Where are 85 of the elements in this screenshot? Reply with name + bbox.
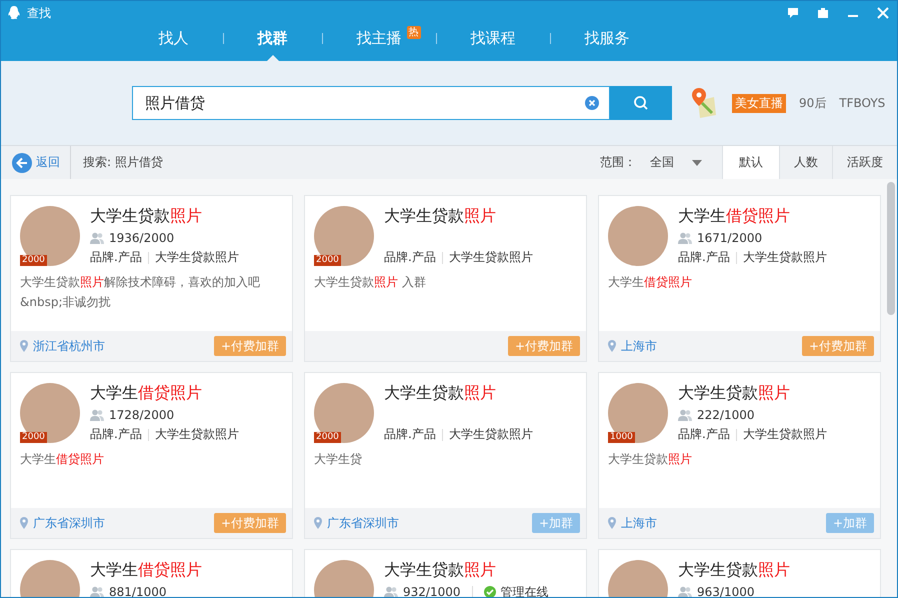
group-tag: 大学生贷款照片 [448, 426, 533, 443]
group-card[interactable]: 大学生借贷照片 1671/2000 品牌.产品 大学生贷款照片 大学生借贷照片 上海市 +付费加群 [598, 195, 881, 362]
group-tag: 大学生贷款照片 [742, 426, 827, 443]
sort-tab[interactable]: 默认 [722, 146, 779, 179]
group-card[interactable]: 大学生贷款照片 932/1000 管理在线 [304, 549, 587, 597]
admin-online-status: 管理在线 [500, 584, 548, 597]
location-pin-icon [608, 340, 616, 352]
group-tag: 大学生贷款照片 [448, 249, 533, 266]
group-card[interactable]: 1000 大学生贷款照片 222/1000 品牌.产品 大学生贷款照片 大学生贷款照片 上海市 +加群 [598, 372, 881, 539]
group-card[interactable]: 2000 大学生借贷照片 1728/2000 品牌.产品 大学生贷款照片 大学生借贷照片 广东省深圳市 +付费加群 [10, 372, 293, 539]
people-icon [384, 586, 398, 597]
member-count: 222/1000 [697, 408, 754, 422]
group-tag: 大学生贷款照片 [154, 426, 239, 443]
group-card[interactable]: 大学生贷款照片 963/1000 [598, 549, 881, 597]
group-description: 大学生贷款照片解除技术障碍，喜欢的加入吧&nbsp;非诚勿扰 [20, 274, 261, 311]
clear-icon[interactable] [585, 96, 599, 110]
group-name[interactable]: 大学生贷款照片 [384, 206, 533, 226]
close-icon[interactable] [877, 7, 889, 19]
group-description: 大学生贷 [314, 451, 363, 468]
location-link[interactable]: 广东省深圳市 [33, 514, 105, 532]
group-card[interactable]: 2000 大学生贷款照片 1936/2000 品牌.产品 大学生贷款照片 大学生贷款照片解除技术障碍，喜欢的加入吧&nbsp;非诚勿扰 浙江省杭州市 +付费加群 [10, 195, 293, 362]
group-tag: 品牌.产品 [90, 426, 142, 443]
location-pin-icon [20, 517, 28, 529]
level-badge: 2000 [314, 432, 341, 443]
hot-badge: 热 [406, 26, 420, 39]
people-icon [678, 409, 692, 421]
group-tag: 品牌.产品 [678, 426, 730, 443]
location-link[interactable]: 浙江省杭州市 [33, 338, 105, 354]
location-link[interactable]: 广东省深圳市 [327, 514, 399, 532]
skin-icon[interactable] [817, 7, 829, 19]
group-description: 大学生贷款照片 入群 [314, 274, 427, 291]
caret-icon [692, 160, 702, 166]
group-name[interactable]: 大学生贷款照片 [384, 560, 548, 580]
member-count: 881/1000 [109, 585, 166, 597]
member-count: 963/1000 [697, 585, 754, 597]
group-name[interactable]: 大学生贷款照片 [384, 383, 533, 403]
member-count: 932/1000 [403, 585, 460, 597]
level-badge: 2000 [20, 432, 47, 443]
group-card[interactable]: 大学生借贷照片 881/1000 [10, 549, 293, 597]
location-pin-icon [20, 340, 28, 352]
quick-link[interactable]: TFBOYS [839, 96, 886, 110]
location-pin-icon [608, 517, 616, 529]
group-tag: 品牌.产品 [90, 249, 142, 266]
scrollbar-thumb[interactable] [887, 182, 895, 315]
group-card[interactable]: 2000 大学生贷款照片 品牌.产品 大学生贷款照片 大学生贷款照片 入群 +付费加群 [304, 195, 587, 362]
group-description: 大学生贷款照片 [608, 451, 693, 468]
group-name[interactable]: 大学生贷款照片 [90, 206, 239, 226]
member-count: 1671/2000 [697, 231, 762, 245]
level-badge: 1000 [608, 432, 635, 443]
group-name[interactable]: 大学生借贷照片 [90, 560, 202, 580]
quick-link[interactable]: 90后 [799, 94, 826, 112]
people-icon [90, 409, 104, 421]
map-pin-icon[interactable] [690, 87, 718, 119]
window-title: 查找 [27, 4, 51, 22]
group-tag: 品牌.产品 [384, 426, 436, 443]
group-name[interactable]: 大学生借贷照片 [678, 206, 827, 226]
level-badge: 2000 [20, 255, 47, 266]
group-description: 大学生借贷照片 [20, 451, 105, 468]
people-icon [678, 586, 692, 597]
group-name[interactable]: 大学生借贷照片 [90, 383, 239, 403]
feedback-icon[interactable] [787, 7, 799, 19]
people-icon [678, 232, 692, 244]
group-description: 大学生借贷照片 [608, 274, 693, 291]
search-field[interactable]: 照片借贷 [132, 86, 610, 120]
group-tag: 品牌.产品 [384, 249, 436, 266]
search-icon [633, 95, 649, 111]
member-count: 1936/2000 [109, 231, 174, 245]
group-card[interactable]: 2000 大学生贷款照片 品牌.产品 大学生贷款照片 大学生贷 广东省深圳市 +加群 [304, 372, 587, 539]
penguin-icon [7, 5, 21, 21]
search-summary: 搜索: 照片借贷 [83, 154, 163, 171]
location-link[interactable]: 上海市 [621, 338, 657, 354]
group-name[interactable]: 大学生贷款照片 [678, 560, 790, 580]
search-button[interactable] [610, 86, 672, 120]
level-badge: 2000 [314, 255, 341, 266]
people-icon [90, 232, 104, 244]
group-tag: 大学生贷款照片 [742, 249, 827, 266]
group-name[interactable]: 大学生贷款照片 [678, 383, 827, 403]
range-dropdown[interactable]: 全国 [650, 154, 702, 171]
range-label: 范围： [600, 154, 636, 171]
member-count: 1728/2000 [109, 408, 174, 422]
location-pin-icon [314, 517, 322, 529]
people-icon [90, 586, 104, 597]
group-tag: 品牌.产品 [678, 249, 730, 266]
location-link[interactable]: 上海市 [621, 514, 657, 532]
group-tag: 大学生贷款照片 [154, 249, 239, 266]
